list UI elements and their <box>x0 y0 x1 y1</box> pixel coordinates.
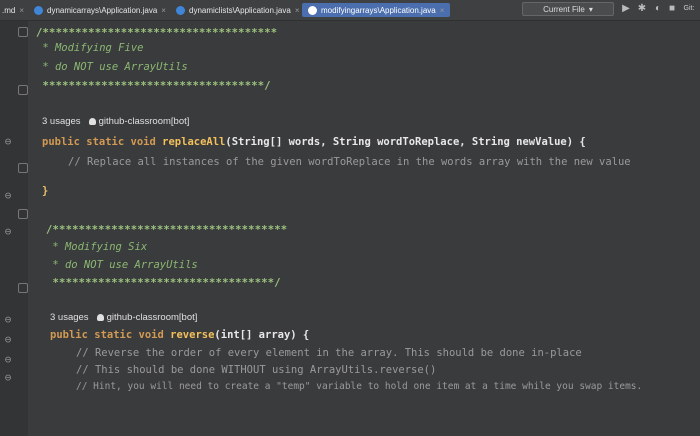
line-comment: // Hint, you will need to create a "temp… <box>76 381 643 392</box>
keyword: public <box>50 329 88 341</box>
method-params: (String[] words, String wordToReplace, S… <box>225 136 586 148</box>
doc-comment-open: /************************************ <box>36 27 278 39</box>
method-signature: public static void reverse(int[] array) … <box>50 329 309 341</box>
method-name: reverse <box>170 329 215 341</box>
closing-brace: } <box>42 185 49 197</box>
code-editor[interactable]: /************************************ * … <box>0 0 700 436</box>
doc-comment-line: * Modifying Five <box>36 42 144 54</box>
keyword: void <box>130 136 156 148</box>
author-name: github-classroom[bot] <box>98 116 190 127</box>
doc-comment-close: **********************************/ <box>36 80 271 92</box>
usages-count: 3 usages <box>50 312 89 323</box>
doc-comment-close: **********************************/ <box>46 277 281 289</box>
keyword: static <box>94 329 133 341</box>
method-name: replaceAll <box>162 136 226 148</box>
doc-comment-open: /************************************ <box>46 224 288 236</box>
line-comment: // Replace all instances of the given wo… <box>68 156 631 168</box>
doc-comment-line: * do NOT use ArrayUtils <box>46 259 198 271</box>
keyword: void <box>138 329 164 341</box>
usages-hint[interactable]: 3 usages github-classroom[bot] <box>50 312 197 323</box>
doc-comment-line: * do NOT use ArrayUtils <box>36 61 188 73</box>
usages-hint[interactable]: 3 usages github-classroom[bot] <box>42 116 189 127</box>
method-params: (int[] array) { <box>214 329 310 341</box>
person-icon <box>88 118 96 125</box>
method-signature: public static void replaceAll(String[] w… <box>42 136 586 148</box>
usages-count: 3 usages <box>42 116 81 127</box>
author-name: github-classroom[bot] <box>106 312 198 323</box>
keyword: public <box>42 136 80 148</box>
line-comment: // Reverse the order of every element in… <box>76 347 582 359</box>
line-comment: // This should be done WITHOUT using Arr… <box>76 364 437 376</box>
keyword: static <box>86 136 125 148</box>
person-icon <box>96 314 104 321</box>
doc-comment-line: * Modifying Six <box>46 241 148 253</box>
